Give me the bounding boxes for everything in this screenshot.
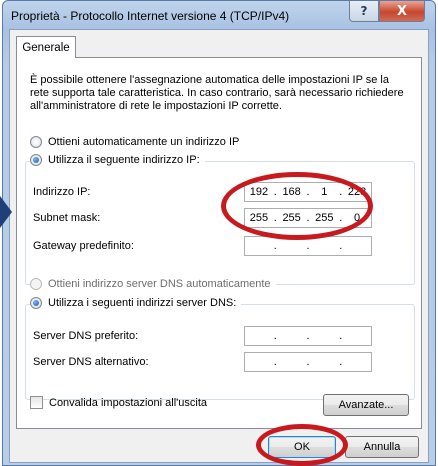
tab-generale[interactable]: Generale: [16, 36, 76, 58]
intro-text: È possibile ottenere l'assegnazione auto…: [30, 74, 404, 112]
ip-address-field[interactable]: 192. 168. 1. 223: [244, 182, 372, 202]
help-button[interactable]: ?: [349, 1, 379, 22]
tab-panel-generale: È possibile ottenere l'assegnazione auto…: [16, 57, 422, 429]
dns-auto-radio[interactable]: [30, 278, 42, 290]
gateway-field[interactable]: . . .: [244, 236, 372, 256]
dns-auto-option[interactable]: Ottieni indirizzo server DNS automaticam…: [30, 278, 276, 290]
close-icon: X: [396, 3, 408, 19]
validate-option[interactable]: Convalida impostazioni all'uscita: [30, 396, 207, 409]
validate-label: Convalida impostazioni all'uscita: [49, 396, 208, 409]
ip-auto-option[interactable]: Ottieni automaticamente un indirizzo IP: [30, 136, 245, 148]
ip-octet: 255: [249, 212, 269, 224]
close-button[interactable]: X: [379, 1, 425, 22]
ip-auto-radio[interactable]: [30, 136, 42, 148]
ip-octet: 168: [282, 186, 301, 198]
ip-octet: 1: [321, 186, 328, 198]
subnet-mask-field[interactable]: 255. 255. 255. 0: [244, 208, 372, 228]
dns-preferred-field[interactable]: . . .: [244, 326, 372, 346]
ip-manual-label: Utilizza il seguente indirizzo IP:: [48, 154, 200, 166]
ip-octet: 0: [354, 212, 361, 224]
dns-auto-label: Ottieni indirizzo server DNS automaticam…: [48, 278, 271, 290]
dns-preferred-label: Server DNS preferito:: [33, 330, 139, 342]
subnet-mask-label: Subnet mask:: [33, 212, 101, 224]
cancel-button[interactable]: Annulla: [345, 436, 419, 458]
ok-button[interactable]: OK: [268, 436, 336, 458]
dns-manual-label: Utilizza i seguenti indirizzi server DNS…: [48, 297, 237, 309]
gateway-label: Gateway predefinito:: [33, 240, 134, 252]
dns-manual-radio[interactable]: [30, 297, 42, 309]
properties-dialog: Proprietà - Protocollo Internet versione…: [2, 0, 436, 466]
ip-octet: 255: [315, 212, 334, 224]
ip-octet: 223: [347, 186, 367, 198]
help-icon: ?: [360, 4, 368, 18]
dialog-client-area: Generale È possibile ottenere l'assegnaz…: [9, 29, 429, 463]
dns-manual-option[interactable]: Utilizza i seguenti indirizzi server DNS…: [30, 297, 242, 309]
ip-manual-option[interactable]: Utilizza il seguente indirizzo IP:: [30, 154, 205, 166]
ip-auto-label: Ottieni automaticamente un indirizzo IP: [48, 136, 240, 148]
ip-octet: 255: [282, 212, 301, 224]
window-title: Proprietà - Protocollo Internet versione…: [11, 9, 290, 23]
dns-alternate-field[interactable]: . . .: [244, 352, 372, 372]
validate-checkbox[interactable]: [30, 396, 43, 409]
pointer-arrow-icon: [0, 196, 12, 228]
dns-alternate-label: Server DNS alternativo:: [33, 356, 149, 368]
advanced-button[interactable]: Avanzate...: [323, 394, 409, 416]
ip-address-label: Indirizzo IP:: [33, 186, 91, 198]
ip-manual-radio[interactable]: [30, 154, 42, 166]
ip-octet: 192: [249, 186, 269, 198]
